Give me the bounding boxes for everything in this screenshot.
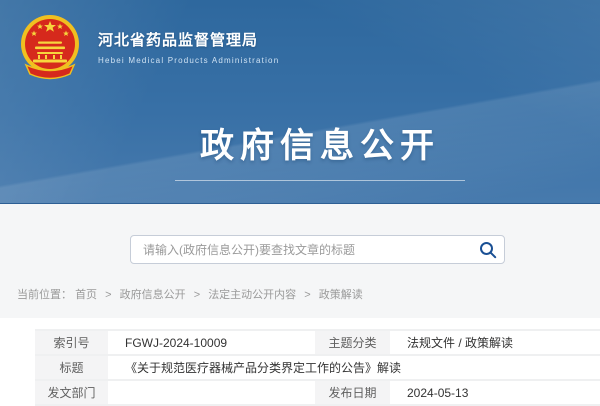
topic-category-value: 法规文件 / 政策解读 <box>390 331 600 354</box>
topic-category-label: 主题分类 <box>315 331 390 354</box>
org-name-block: 河北省药品监督管理局 Hebei Medical Products Admini… <box>98 29 279 65</box>
banner-underline <box>175 180 465 181</box>
banner-title: 政府信息公开 <box>0 118 600 167</box>
breadcrumb-prefix: 当前位置： <box>17 289 72 301</box>
org-name-cn: 河北省药品监督管理局 <box>98 29 279 50</box>
issuing-department-label: 发文部门 <box>35 381 108 404</box>
table-row-index: 索引号 FGWJ-2024-10009 主题分类 法规文件 / 政策解读 <box>35 331 600 356</box>
breadcrumb-separator: > <box>304 289 310 301</box>
title-value: 《关于规范医疗器械产品分类界定工作的公告》解读 <box>108 356 600 379</box>
publish-date-value: 2024-05-13 <box>390 381 600 404</box>
title-label: 标题 <box>35 356 108 379</box>
search-input[interactable] <box>131 236 472 263</box>
site-logo[interactable]: 河北省药品监督管理局 Hebei Medical Products Admini… <box>18 13 279 81</box>
index-number-label: 索引号 <box>35 331 108 354</box>
banner: 政府信息公开 <box>0 118 600 181</box>
publish-date-label: 发布日期 <box>315 381 390 404</box>
china-national-emblem-icon <box>18 13 82 81</box>
search-box <box>130 235 505 264</box>
breadcrumb-link-info-disclosure[interactable]: 政府信息公开 <box>120 289 186 301</box>
document-meta-table: 索引号 FGWJ-2024-10009 主题分类 法规文件 / 政策解读 标题 … <box>35 329 600 406</box>
document-meta-section: 索引号 FGWJ-2024-10009 主题分类 法规文件 / 政策解读 标题 … <box>0 318 600 400</box>
breadcrumb-link-policy-interpretation[interactable]: 政策解读 <box>319 289 363 301</box>
site-header: 河北省药品监督管理局 Hebei Medical Products Admini… <box>0 0 600 204</box>
table-row-title: 标题 《关于规范医疗器械产品分类界定工作的公告》解读 <box>35 356 600 381</box>
breadcrumb-separator: > <box>105 289 111 301</box>
org-name-en: Hebei Medical Products Administration <box>98 56 279 65</box>
breadcrumb-link-home[interactable]: 首页 <box>75 289 97 301</box>
breadcrumb: 当前位置： 首页 > 政府信息公开 > 法定主动公开内容 > 政策解读 <box>17 286 363 302</box>
search-icon <box>479 241 497 259</box>
issuing-department-value <box>108 381 315 404</box>
breadcrumb-link-statutory-content[interactable]: 法定主动公开内容 <box>208 289 296 301</box>
search-button[interactable] <box>472 236 504 263</box>
index-number-value: FGWJ-2024-10009 <box>108 331 315 354</box>
breadcrumb-separator: > <box>194 289 200 301</box>
table-row-department: 发文部门 发布日期 2024-05-13 <box>35 381 600 406</box>
search-breadcrumb-band: 当前位置： 首页 > 政府信息公开 > 法定主动公开内容 > 政策解读 <box>0 204 600 318</box>
